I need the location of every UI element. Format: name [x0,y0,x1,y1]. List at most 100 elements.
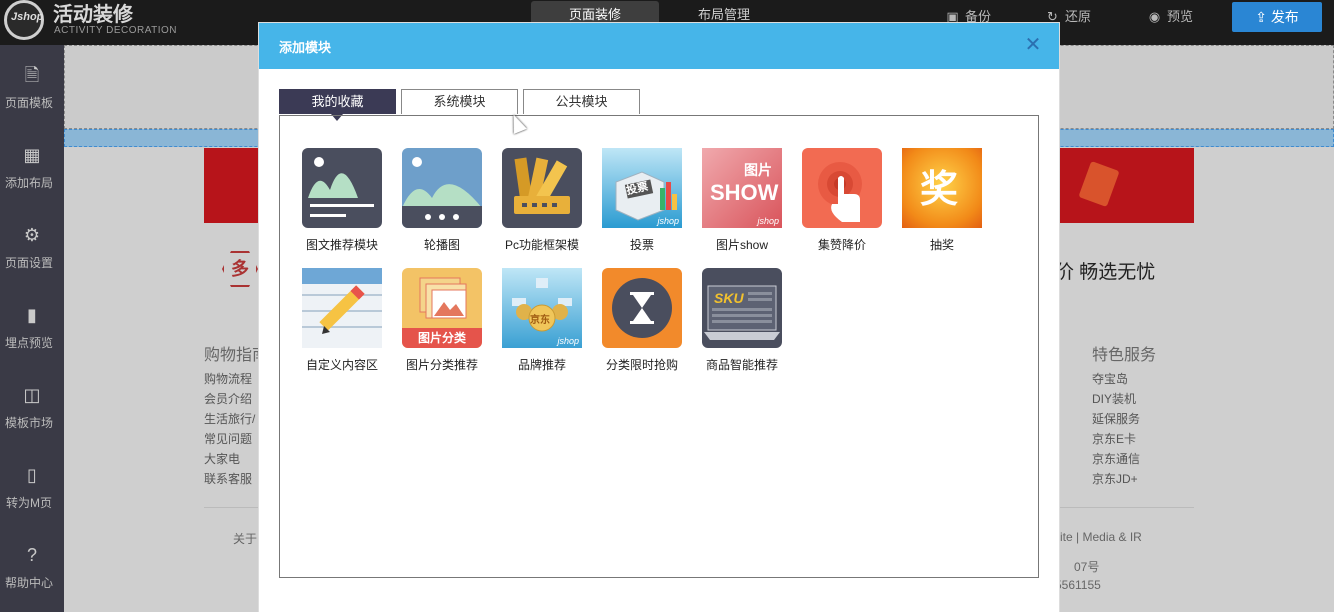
footer-featured-services-title: 特色服务 [1092,347,1157,364]
brand-subtitle: ACTIVITY DECORATION [54,25,178,36]
module-carousel[interactable]: 轮播图 [392,148,492,253]
page-template-icon: 🗎 [24,65,40,85]
sidebar-item-label: 页面模板 [4,96,53,110]
module-picture-category[interactable]: 图片分类 图片分类推荐 [392,268,492,373]
footer-link[interactable]: 延保服务 [1092,410,1140,427]
dialog-header: 添加模块 ✕ [259,23,1059,69]
sidebar-item-label: 添加布局 [4,176,53,190]
sidebar-item-help-center[interactable]: ? 帮助中心 [0,525,64,605]
close-icon[interactable]: ✕ [1023,35,1043,55]
image-text-icon [302,148,382,228]
module-name: 图片分类推荐 [405,358,478,372]
sidebar-item-label: 埋点预览 [4,336,53,350]
footer-link[interactable]: 京东JD+ [1092,470,1138,487]
preview-label: 预览 [1167,9,1194,24]
module-name: 图片show [715,238,768,252]
footer-link[interactable]: 京东E卡 [1092,430,1136,447]
tab-system-modules[interactable]: 系统模块 [401,89,518,114]
tab-public-modules[interactable]: 公共模块 [523,89,640,114]
module-name: 图文推荐模块 [305,238,378,252]
sku-thumb-text: SKU [714,290,744,306]
footer-link[interactable]: 联系客服 [204,470,252,487]
module-name: 商品智能推荐 [705,358,778,372]
footer-link[interactable]: 购物流程 [204,370,252,387]
brand-thumb-text: 京东 [530,315,550,326]
sidebar-item-convert-mobile[interactable]: ▯ 转为M页 [0,445,64,525]
gear-icon: ⚙ [23,225,41,245]
jshop-logo: Jshop [4,0,44,40]
footer-link[interactable]: 京东通信 [1092,450,1140,467]
module-name: 投票 [629,238,654,252]
module-like-discount[interactable]: 集赞降价 [792,148,892,253]
brand-title: 活动装修 [53,2,133,26]
sidebar-item-add-layout[interactable]: ▦ 添加布局 [0,125,64,205]
module-name: 自定义内容区 [305,358,378,372]
module-sku-recommend[interactable]: SKU 商品智能推荐 [692,268,792,373]
sidebar-item-template-market[interactable]: ◫ 模板市场 [0,365,64,445]
footer-phone: 5561155 [1055,578,1101,592]
restore-label: 还原 [1065,9,1092,24]
module-lottery[interactable]: 奖 抽奖 [892,148,992,253]
module-name: 分类限时抢购 [605,358,678,372]
lottery-thumb-text: 奖 [920,167,959,211]
pc-frame-icon [502,148,582,228]
footer-link[interactable]: 常见问题 [204,430,252,447]
module-flash-sale[interactable]: 分类限时抢购 [592,268,692,373]
footer-about[interactable]: 关于 [233,530,257,547]
module-name: 轮播图 [423,238,460,252]
promo-badge: 多 [222,251,258,287]
bar-chart-icon: ▮ [27,305,37,325]
module-vote[interactable]: 投票 jshop 投票 [592,148,692,253]
upload-icon: ⇪ [1255,9,1271,25]
brand-recommend-icon: 京东 jshop [502,268,582,348]
footer-link[interactable]: 大家电 [204,450,240,467]
preview-button[interactable]: ◉ 预览 [1148,5,1193,29]
footer-icp: 07号 [1074,560,1100,574]
like-discount-icon [802,148,882,228]
footer-link[interactable]: DIY装机 [1092,390,1136,407]
module-name: 抽奖 [929,238,954,252]
module-name: 集赞降价 [817,238,866,252]
sidebar-item-page-settings[interactable]: ⚙ 页面设置 [0,205,64,285]
shopping-basket-icon: ◫ [23,385,41,405]
layout-icon: ▦ [23,145,41,165]
logo-text: Jshop [11,11,44,23]
jshop-tag: jshop [657,216,679,226]
footer-link[interactable]: 会员介绍 [204,390,252,407]
custom-content-icon [302,268,382,348]
sidebar-item-tracking-preview[interactable]: ▮ 埋点预览 [0,285,64,365]
module-name: Pc功能框架模 [504,238,579,252]
carousel-icon [402,148,482,228]
footer-link[interactable]: 生活旅行/ [204,410,255,427]
module-name: 品牌推荐 [517,358,566,372]
publish-label: 发布 [1270,9,1299,25]
lottery-icon: 奖 [902,148,982,228]
sidebar-item-label: 帮助中心 [4,576,53,590]
tab-my-favorites[interactable]: 我的收藏 [279,89,396,114]
left-sidebar: 🗎 页面模板 ▦ 添加布局 ⚙ 页面设置 ▮ 埋点预览 ◫ 模板市场 ▯ 转为M页 ? 帮助中… [0,45,64,612]
footer-link[interactable]: 夺宝岛 [1092,370,1128,387]
dialog-title: 添加模块 [279,40,332,55]
jshop-tag: jshop [757,216,779,226]
vote-icon: 投票 jshop [602,148,682,228]
picture-show-text-bottom: SHOW [710,180,779,205]
eye-icon: ◉ [1148,9,1161,24]
sidebar-item-label: 转为M页 [6,496,52,510]
picture-show-icon: 图片 SHOW jshop [702,148,782,228]
module-pc-frame[interactable]: Pc功能框架模 [492,148,592,253]
sidebar-item-page-template[interactable]: 🗎 页面模板 [0,45,64,125]
mobile-icon: ▯ [27,465,37,485]
jshop-tag: jshop [557,336,579,346]
picture-show-text-top: 图片 [744,162,772,178]
publish-button[interactable]: ⇪ 发布 [1232,2,1322,32]
module-brand-recommend[interactable]: 京东 jshop 品牌推荐 [492,268,592,373]
picture-category-icon: 图片分类 [402,268,482,348]
module-custom-content[interactable]: 自定义内容区 [292,268,392,373]
sidebar-item-label: 模板市场 [4,416,53,430]
sku-recommend-icon: SKU [702,268,782,348]
flash-sale-icon [602,268,682,348]
help-icon: ? [26,545,37,565]
module-image-text[interactable]: 图文推荐模块 [292,148,392,253]
module-picture-show[interactable]: 图片 SHOW jshop 图片show [692,148,792,253]
module-list-panel: 图文推荐模块 轮播图 Pc功能框架模 投票 jshop 投票 图片 SHOW j… [279,115,1039,578]
